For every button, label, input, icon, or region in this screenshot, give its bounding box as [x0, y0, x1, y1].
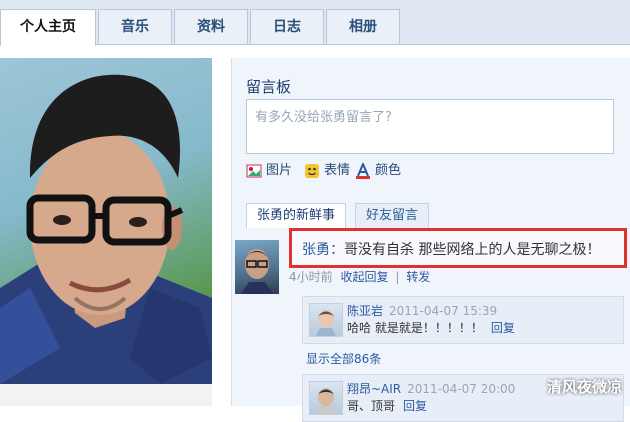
status-avatar[interactable]: [235, 240, 279, 294]
emoji-label: 表情: [324, 163, 351, 178]
comment-body: 哈哈 就是就是！！！！！ 回复: [347, 319, 515, 336]
font-color-icon: [355, 160, 371, 179]
photo-footer: [0, 384, 212, 406]
message-board-title: 留言板: [246, 78, 292, 96]
text-color-button[interactable]: 颜色: [355, 160, 402, 181]
comment-time: 2011-04-07 15:39: [389, 304, 498, 318]
profile-photo-illustration: [0, 74, 212, 384]
insert-emoji-button[interactable]: 表情: [304, 161, 350, 181]
status-highlight-box: 张勇：哥没有自杀 那些网络上的人是无聊之极！: [289, 228, 627, 268]
comment-avatar[interactable]: [309, 381, 343, 415]
image-icon: [246, 163, 262, 179]
comment-header: 陈亚岩 2011-04-07 15:39: [347, 302, 497, 319]
tab-album[interactable]: 相册: [326, 9, 400, 44]
reply-link[interactable]: 回复: [491, 321, 515, 335]
meta-separator: |: [395, 270, 400, 284]
collapse-replies-link[interactable]: 收起回复: [340, 270, 388, 284]
forward-link[interactable]: 转发: [406, 270, 430, 284]
tab-friend-messages[interactable]: 好友留言: [355, 203, 430, 228]
tab-blog[interactable]: 日志: [250, 9, 324, 44]
message-input[interactable]: 有多久没给张勇留言了?: [246, 99, 614, 154]
comment-text: 哈哈 就是就是！！！！！: [347, 321, 483, 335]
tab-profile-info[interactable]: 资料: [174, 9, 248, 44]
comment-text: 哥、顶哥: [347, 399, 396, 413]
comment-author[interactable]: 陈亚岩: [347, 304, 383, 318]
image-label: 图片: [266, 163, 293, 178]
comment-header: 翔昂~AIR 2011-04-07 20:00: [347, 380, 515, 397]
status-time: 4小时前: [289, 270, 333, 284]
watermark-text: 清风夜微凉: [546, 378, 622, 396]
status-content: 哥没有自杀 那些网络上的人是无聊之极！: [344, 242, 601, 258]
status-author[interactable]: 张勇：: [302, 242, 344, 258]
color-label: 颜色: [375, 163, 402, 178]
reply-link[interactable]: 回复: [403, 399, 427, 413]
profile-tab-bar: 个人主页 音乐 资料 日志 相册: [0, 0, 630, 46]
show-all-comments-link[interactable]: 显示全部86条: [306, 350, 381, 367]
status-meta: 4小时前 收起回复 | 转发: [289, 268, 430, 285]
main-panel: 留言板 有多久没给张勇留言了? 图片 表情 颜色 张勇的新鲜事 好友留言 张勇：…: [231, 58, 630, 422]
insert-image-button[interactable]: 图片: [246, 161, 292, 181]
comment-author[interactable]: 翔昂~AIR: [347, 382, 401, 396]
emoji-icon: [304, 163, 320, 179]
comment-avatar[interactable]: [309, 303, 343, 337]
tab-home[interactable]: 个人主页: [0, 9, 96, 46]
profile-photo[interactable]: [0, 58, 212, 384]
tab-music[interactable]: 音乐: [98, 9, 172, 44]
status-text: 张勇：哥没有自杀 那些网络上的人是无聊之极！: [302, 239, 600, 259]
comment-time: 2011-04-07 20:00: [407, 382, 516, 396]
tab-news-feed[interactable]: 张勇的新鲜事: [246, 203, 347, 228]
comment-item: 陈亚岩 2011-04-07 15:39 哈哈 就是就是！！！！！ 回复: [302, 296, 624, 344]
